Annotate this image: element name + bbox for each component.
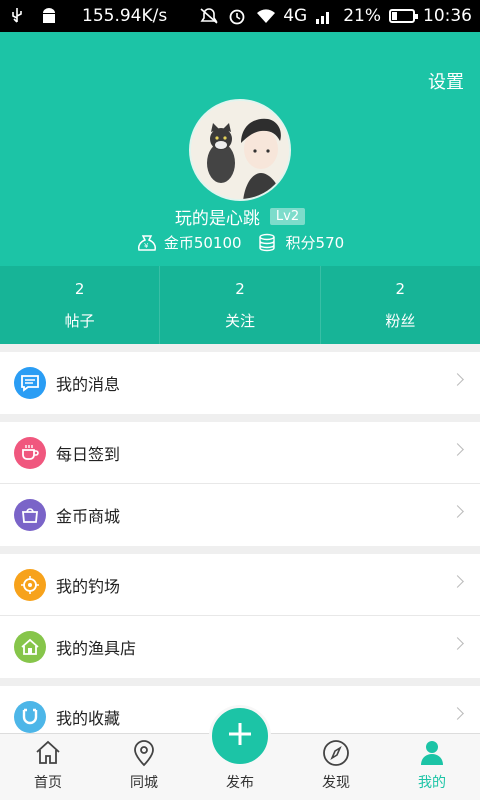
menu-label: 我的钓场 xyxy=(56,576,121,596)
alarm-icon xyxy=(227,7,247,25)
coins-balance: 金币50100 xyxy=(163,234,242,252)
chevron-right-icon xyxy=(451,575,464,588)
silent-icon xyxy=(199,7,219,25)
usb-icon xyxy=(8,7,28,25)
settings-button[interactable]: 设置 xyxy=(428,68,464,94)
menu-label: 我的收藏 xyxy=(56,709,121,728)
clock: 10:36 xyxy=(423,6,472,26)
bag-icon xyxy=(14,499,46,531)
menu-label: 我的渔具店 xyxy=(56,639,137,658)
network-speed: 155.94K/s xyxy=(82,6,168,26)
menu-label: 每日签到 xyxy=(56,444,121,464)
android-icon xyxy=(40,7,60,25)
compass-icon xyxy=(321,738,351,768)
nav-label: 同城 xyxy=(130,775,158,791)
chevron-right-icon xyxy=(451,373,464,386)
chevron-right-icon xyxy=(451,443,464,456)
network-type: 4G xyxy=(283,6,308,26)
house-icon xyxy=(14,631,46,663)
stat-fans[interactable]: 2 粉丝 xyxy=(321,266,480,344)
nav-mine[interactable]: 我的 xyxy=(384,734,480,800)
magnet-icon xyxy=(14,701,46,733)
nav-label: 发布 xyxy=(226,775,254,791)
user-icon xyxy=(417,738,447,768)
points-balance: 积分570 xyxy=(285,234,345,252)
nav-label: 我的 xyxy=(418,775,446,791)
menu-label: 我的消息 xyxy=(56,375,121,394)
username: 玩的是心跳 xyxy=(174,209,260,229)
nav-discover[interactable]: 发现 xyxy=(288,734,384,800)
menu-label: 金币商城 xyxy=(56,507,121,526)
battery-percent: 21% xyxy=(343,6,381,26)
cup-icon xyxy=(14,436,46,469)
chevron-right-icon xyxy=(451,637,464,650)
stats-bar: 2 帖子 2 关注 2 粉丝 xyxy=(0,266,480,344)
signal-icon xyxy=(315,7,335,25)
stat-value: 2 xyxy=(235,279,245,298)
stat-posts[interactable]: 2 帖子 xyxy=(0,266,161,344)
stat-following[interactable]: 2 关注 xyxy=(160,266,321,344)
location-pin-icon xyxy=(129,738,159,768)
nav-home[interactable]: 首页 xyxy=(0,734,96,800)
nav-label: 首页 xyxy=(34,775,62,791)
stat-label: 关注 xyxy=(224,311,255,330)
target-icon xyxy=(14,568,46,601)
wifi-icon xyxy=(255,7,276,25)
menu-item-tackle-shop[interactable]: 我的渔具店 xyxy=(0,616,480,678)
menu-list: 我的消息 每日签到 金币商城 我的钓场 我的渔具店 我的收藏 xyxy=(0,344,480,748)
battery-icon xyxy=(389,9,418,23)
stat-value: 2 xyxy=(395,279,406,298)
home-icon xyxy=(33,738,63,768)
menu-item-messages[interactable]: 我的消息 xyxy=(0,352,480,414)
plus-icon xyxy=(226,720,254,752)
nav-local[interactable]: 同城 xyxy=(96,734,192,800)
stat-label: 粉丝 xyxy=(385,311,416,330)
stat-value: 2 xyxy=(74,279,85,298)
message-icon xyxy=(14,367,46,399)
level-badge: Lv2 xyxy=(269,208,306,225)
profile-header: 设置 玩的是心跳 Lv2 ¥ 金币50100 积分570 2 帖子 2 关注 2… xyxy=(0,32,480,344)
menu-item-mall[interactable]: 金币商城 xyxy=(0,484,480,546)
money-bag-icon: ¥ xyxy=(136,233,158,253)
menu-item-checkin[interactable]: 每日签到 xyxy=(0,422,480,484)
coin-stack-icon xyxy=(258,233,280,253)
menu-item-fishing-spot[interactable]: 我的钓场 xyxy=(0,554,480,616)
nav-label: 发现 xyxy=(322,775,350,791)
svg-text:¥: ¥ xyxy=(144,242,149,250)
chevron-right-icon xyxy=(451,707,464,720)
stat-label: 帖子 xyxy=(64,311,95,330)
publish-button[interactable] xyxy=(209,705,271,767)
status-bar: 155.94K/s 4G 21% 10:36 xyxy=(0,0,480,32)
avatar[interactable] xyxy=(189,99,291,201)
chevron-right-icon xyxy=(451,505,464,518)
